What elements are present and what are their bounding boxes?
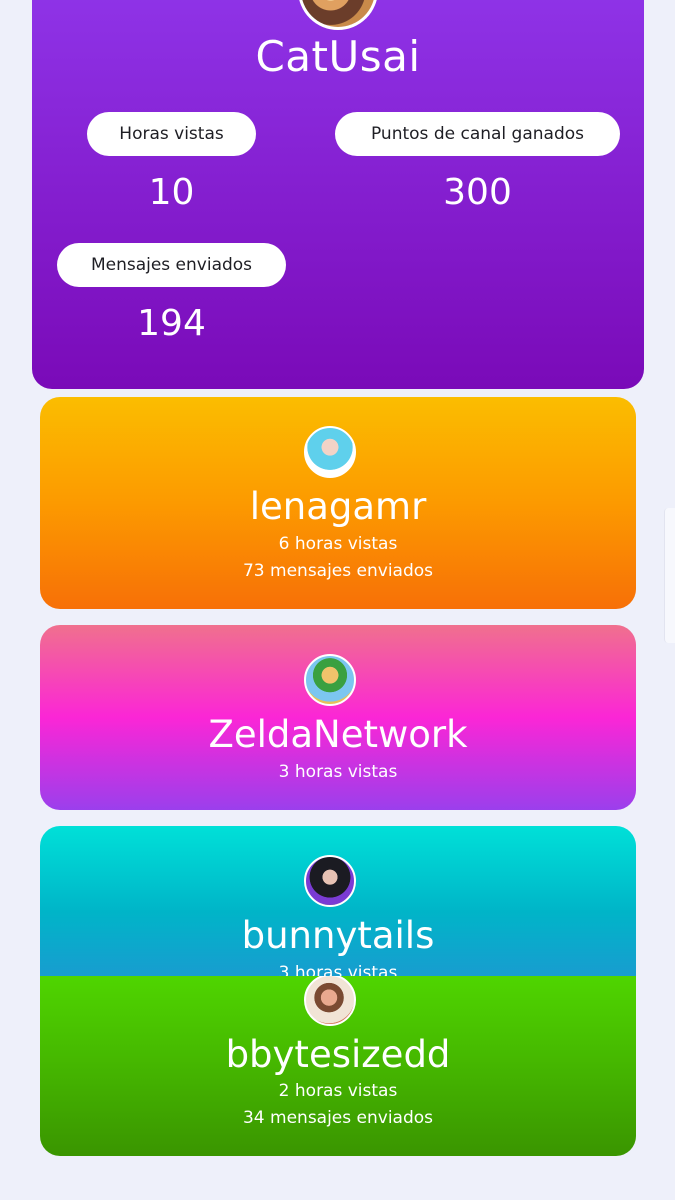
channel-messages: 34 mensajes enviados: [242, 1108, 434, 1128]
stat-value-points: 300: [443, 172, 512, 213]
channel-card-bunnytails[interactable]: bunnytails 3 horas vistas: [40, 826, 636, 996]
channel-card-bbytesizedd[interactable]: bbytesizedd 2 horas vistas 34 mensajes e…: [40, 976, 636, 1156]
channel-name: lenagamr: [249, 485, 427, 528]
channel-messages: 73 mensajes enviados: [242, 561, 434, 581]
user-avatar: [298, 0, 378, 30]
channel-card-zeldanetwork[interactable]: ZeldaNetwork 3 horas vistas: [40, 625, 636, 810]
channel-hours: 2 horas vistas: [278, 1081, 398, 1101]
summary-username: CatUsai: [255, 32, 421, 81]
streamer-avatar: [304, 426, 356, 478]
stat-label-hours: Horas vistas: [87, 112, 256, 156]
streamer-avatar: [304, 654, 356, 706]
channel-hours: 3 horas vistas: [278, 762, 398, 782]
channel-hours: 6 horas vistas: [278, 534, 398, 554]
channel-name: bbytesizedd: [225, 1033, 451, 1076]
channel-name: bunnytails: [241, 914, 435, 957]
channel-name: ZeldaNetwork: [208, 713, 468, 756]
stat-label-messages: Mensajes enviados: [57, 243, 286, 287]
summary-card: CatUsai Horas vistas 10 Puntos de canal …: [32, 0, 644, 389]
streamer-avatar: [304, 976, 356, 1026]
scroll-handle[interactable]: [664, 508, 675, 643]
stat-label-points: Puntos de canal ganados: [335, 112, 620, 156]
stat-value-messages: 194: [137, 303, 206, 344]
stat-value-hours: 10: [148, 172, 195, 213]
channel-card-lenagamr[interactable]: lenagamr 6 horas vistas 73 mensajes envi…: [40, 397, 636, 609]
streamer-avatar: [304, 855, 356, 907]
